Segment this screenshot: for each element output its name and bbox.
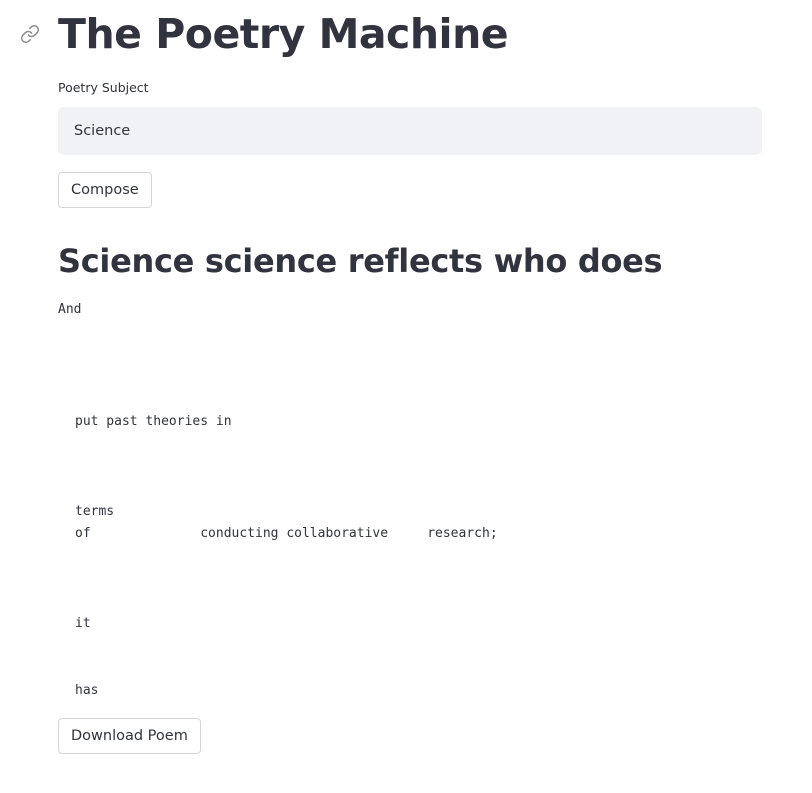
poetry-subject-label: Poetry Subject xyxy=(58,80,149,95)
page-title: The Poetry Machine xyxy=(58,10,509,58)
link-icon[interactable] xyxy=(20,24,40,44)
poem-line: put past theories in xyxy=(75,414,232,429)
poem-line: it xyxy=(75,616,91,631)
compose-button[interactable]: Compose xyxy=(58,172,152,208)
poem-line: has xyxy=(75,683,99,698)
poem-line: of conducting collaborative research; xyxy=(75,526,498,541)
poem-line: terms xyxy=(75,504,115,519)
download-poem-button[interactable]: Download Poem xyxy=(58,718,201,754)
poetry-subject-input[interactable] xyxy=(58,107,762,155)
poem-line: And xyxy=(58,302,82,317)
poem-title: Science science reflects who does xyxy=(58,242,663,280)
